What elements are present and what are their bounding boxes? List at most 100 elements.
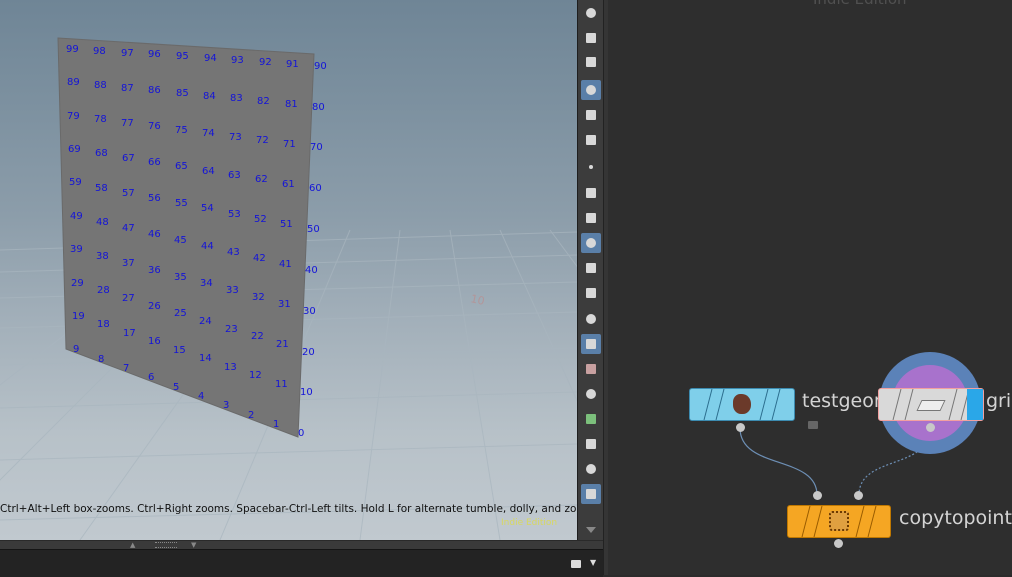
point-number-label: 60 [309,183,322,194]
point-number-label: 9 [73,344,80,355]
output-port-testgeometry[interactable] [736,423,745,432]
splitter-handle[interactable] [155,542,177,548]
point-number-label: 74 [202,128,215,139]
point-number-label: 85 [176,88,189,99]
normal-display-icon[interactable] [581,183,601,203]
output-port-copytopoints[interactable] [834,539,843,548]
status-bar: ▼ [0,549,603,577]
vector-display-icon-glyph [586,213,596,223]
lamp-icon[interactable] [581,3,601,23]
point-number-label: 77 [121,118,134,129]
point-number-label: 25 [174,308,187,319]
point-number-label: 6 [148,372,155,383]
point-number-label: 35 [174,272,187,283]
point-number-label: 58 [95,183,108,194]
point-number-label: 18 [97,319,110,330]
display-toolbar [577,0,604,540]
point-number-label: 56 [148,193,161,204]
point-number-label: 13 [224,362,237,373]
point-number-label: 22 [251,331,264,342]
normal-display-icon-glyph [586,188,596,198]
point-number-label: 68 [95,148,108,159]
snap-icon[interactable] [581,105,601,125]
collapse-up-icon[interactable]: ▲ [130,541,135,549]
snap-options-icon-glyph [586,135,596,145]
point-number-label: 2 [248,410,255,421]
group-icon-glyph [586,414,596,424]
snap-options-icon[interactable] [581,130,601,150]
vector-display-icon[interactable] [581,208,601,228]
handle-icon-glyph [586,439,596,449]
point-number-icon[interactable] [581,233,601,253]
image-icon[interactable] [581,484,601,504]
camera-reset-icon-glyph [586,57,596,67]
point-number-label: 99 [66,44,79,55]
display-flag-icon[interactable] [967,389,983,420]
dropdown-arrow-icon[interactable]: ▼ [590,558,596,567]
node-copytopoints[interactable] [787,505,891,538]
axis-icon-glyph [586,314,596,324]
background-icon[interactable] [581,459,601,479]
point-number-label: 45 [174,235,187,246]
display-options-icon[interactable] [571,560,581,568]
point-number-label: 55 [175,198,188,209]
network-editor[interactable]: Indie Edition testgeometry grid copytopo… [608,0,1012,575]
axis-icon[interactable] [581,309,601,329]
node-testgeometry[interactable] [689,388,795,421]
brush-icon[interactable] [581,258,601,278]
down-arrow-icon[interactable] [581,520,601,540]
point-number-label: 53 [228,209,241,220]
point-number-label: 5 [173,382,180,393]
point-number-label: 93 [231,55,244,66]
point-number-label: 67 [122,153,135,164]
point-number-label: 94 [204,53,217,64]
lamp-icon-glyph [586,8,596,18]
point-number-label: 29 [71,278,84,289]
point-number-label: 76 [148,121,161,132]
prim-number-icon[interactable] [581,283,601,303]
texture-icon[interactable] [581,359,601,379]
background-icon-glyph [586,464,596,474]
group-icon[interactable] [581,409,601,429]
point-number-label: 98 [93,46,106,57]
prim-number-icon-glyph [586,288,596,298]
snap-icon-glyph [586,110,596,120]
point-number-label: 63 [228,170,241,181]
point-number-label: 38 [96,251,109,262]
point-number-label: 61 [282,179,295,190]
ghost-icon-glyph [586,389,596,399]
pig-head-icon [733,394,751,414]
point-number-label: 3 [223,400,230,411]
down-arrow-icon-glyph [586,527,596,533]
point-number-label: 17 [123,328,136,339]
point-number-label: 41 [279,259,292,270]
smooth-shading-icon[interactable] [581,334,601,354]
point-number-label: 82 [257,96,270,107]
collapse-down-icon[interactable]: ▼ [191,541,196,549]
point-number-label: 83 [230,93,243,104]
node-wires [739,352,981,496]
floor-axis-label: 10 [469,292,485,308]
input-port-right[interactable] [854,491,863,500]
point-number-label: 14 [199,353,212,364]
point-display-icon-glyph [589,165,593,169]
point-number-label: 73 [229,132,242,143]
output-port-grid[interactable] [926,423,935,432]
point-number-label: 97 [121,48,134,59]
scene-viewport[interactable]: 10 0 1 2 3 4 5 6 7 8 9 10 11 12 13 14 15 16 17 18 19 20 21 22 2… [0,0,577,540]
node-grid[interactable] [878,388,984,421]
input-port-left[interactable] [813,491,822,500]
ghost-icon[interactable] [581,384,601,404]
point-display-icon[interactable] [581,157,601,177]
camera-reset-icon[interactable] [581,52,601,72]
point-number-label: 31 [278,299,291,310]
home-view-icon[interactable] [581,80,601,100]
point-number-label: 36 [148,265,161,276]
node-label-copytopoints: copytopoints [899,507,1012,529]
point-number-label: 48 [96,217,109,228]
camera-light-icon[interactable] [581,28,601,48]
point-number-label: 78 [94,114,107,125]
handle-icon[interactable] [581,434,601,454]
point-number-label: 92 [259,57,272,68]
lock-icon[interactable] [808,421,818,429]
